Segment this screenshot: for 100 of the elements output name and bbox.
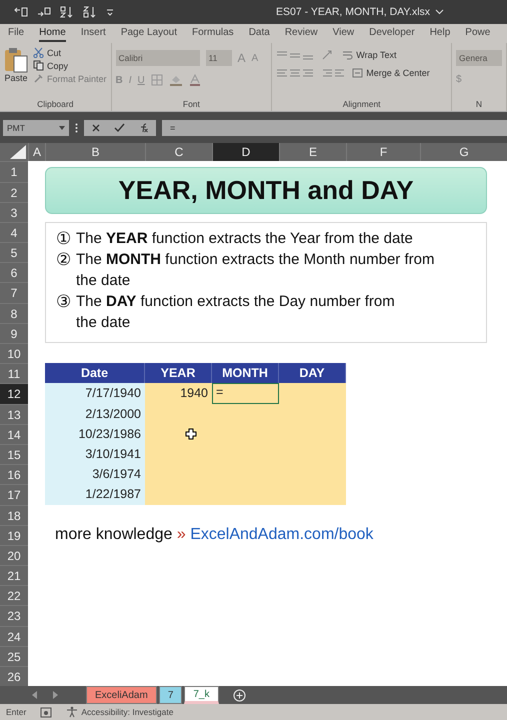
table-cell: =	[212, 383, 279, 404]
ribbon-tab[interactable]: Insert	[80, 25, 106, 42]
sheet-tab[interactable]: 7_k	[184, 686, 218, 704]
row-header[interactable]: 16	[0, 464, 28, 484]
check-icon[interactable]	[114, 122, 126, 132]
number-format-field[interactable]: Genera	[456, 50, 502, 66]
ribbon-tab[interactable]: View	[332, 25, 354, 42]
next-sheet-icon[interactable]	[52, 691, 58, 700]
paste-button[interactable]: Paste	[4, 45, 28, 99]
promo-text: more knowledge » ExcelAndAdam.com/book	[54, 524, 374, 545]
merge-center-button[interactable]: Merge & Center	[352, 68, 430, 78]
fill-color-icon[interactable]	[168, 74, 183, 86]
scissors-icon	[33, 47, 44, 58]
macro-icon[interactable]	[40, 706, 52, 718]
function-icon[interactable]	[139, 122, 150, 132]
table-header: Date	[45, 363, 145, 384]
ribbon-tab[interactable]: Page Layout	[120, 25, 177, 42]
title-banner: YEAR, MONTH and DAY	[45, 167, 487, 214]
number-marker: ①	[56, 228, 71, 249]
row-header[interactable]: 8	[0, 302, 28, 323]
row-header[interactable]: 13	[0, 404, 28, 424]
row-header[interactable]: 23	[0, 605, 28, 626]
ribbon-tab[interactable]: Help	[430, 25, 450, 42]
row-header[interactable]: 17	[0, 484, 28, 504]
accessibility-icon	[66, 706, 78, 718]
ribbon-tab[interactable]: Review	[284, 25, 318, 42]
ribbon-tab[interactable]: Formulas	[192, 25, 234, 42]
row-header[interactable]: 10	[0, 343, 28, 364]
promo-link[interactable]: ExcelAndAdam.com/book	[190, 526, 374, 543]
table-cell-text: 3/10/1941	[84, 446, 142, 463]
cursor-icon	[184, 428, 196, 440]
chevron-icon[interactable]	[435, 8, 444, 15]
wrap-icon	[342, 50, 354, 60]
row-header[interactable]: 26	[0, 666, 28, 686]
row-header[interactable]: 1	[0, 161, 28, 182]
dropdown-icon	[59, 126, 65, 130]
group-label: Font	[182, 98, 201, 111]
column-header[interactable]: D	[212, 143, 279, 162]
ribbon-tab[interactable]: Developer	[369, 25, 415, 42]
accessibility-status[interactable]: Accessibility: Investigate	[66, 706, 174, 718]
font-name-field[interactable]: Calibri	[116, 50, 200, 66]
ribbon-tab[interactable]: File	[8, 25, 24, 42]
add-sheet-icon[interactable]	[232, 688, 246, 702]
row-header[interactable]: 15	[0, 444, 28, 464]
sort-ascending-icon[interactable]	[60, 6, 74, 18]
number-marker: ②	[56, 248, 71, 271]
formula-input[interactable]: =	[162, 120, 507, 136]
wrap-text-button[interactable]: Wrap Text	[342, 50, 396, 60]
window-title: ES07 - YEAR, MONTH, DAY.xlsx	[276, 6, 430, 18]
ribbon-tab[interactable]: Powe	[465, 25, 490, 42]
customize-icon[interactable]	[106, 8, 114, 16]
cancel-icon[interactable]	[90, 122, 101, 132]
table-cell-text: 10/23/1986	[77, 426, 142, 443]
group-label: Clipboard	[36, 98, 74, 111]
previous-sheet-icon[interactable]	[32, 691, 38, 700]
sheet-tab[interactable]: 7	[158, 686, 182, 704]
row-header[interactable]: 18	[0, 504, 28, 525]
row-header[interactable]: 9	[0, 322, 28, 343]
row-header[interactable]: 12	[0, 383, 28, 404]
row-header[interactable]: 7	[0, 282, 28, 303]
row-header[interactable]: 19	[0, 524, 28, 545]
sort-descending-icon[interactable]	[83, 6, 97, 18]
row-header[interactable]: 4	[0, 222, 28, 242]
table-cell-text: 2/13/2000	[84, 406, 142, 423]
decrease-decimal-icon[interactable]	[37, 6, 51, 18]
row-header[interactable]: 5	[0, 242, 28, 262]
font-color-icon[interactable]	[188, 74, 201, 86]
copy-button[interactable]: Copy	[33, 60, 107, 72]
table-cell-text: 1940	[179, 385, 209, 402]
format-painter-button[interactable]: Format Painter	[33, 73, 107, 84]
ribbon-tab[interactable]: Data	[248, 25, 270, 42]
increase-decimal-icon[interactable]	[14, 6, 28, 18]
row-header[interactable]: 21	[0, 565, 28, 586]
status-mode: Enter	[6, 707, 26, 718]
row-header[interactable]: 2	[0, 182, 28, 202]
row-header[interactable]: 6	[0, 262, 28, 282]
more-icon[interactable]	[75, 122, 78, 132]
clipboard-icon	[4, 47, 28, 74]
row-header[interactable]: 11	[0, 363, 28, 384]
sheet-tab[interactable]: ExceliAdam	[86, 686, 157, 704]
row-header[interactable]: 3	[0, 202, 28, 222]
table-header: YEAR	[145, 363, 212, 384]
table-header: MONTH	[212, 363, 279, 384]
number-marker: ③	[56, 290, 71, 313]
brush-icon	[33, 73, 44, 84]
row-header[interactable]: 14	[0, 424, 28, 444]
group-label: N	[474, 98, 484, 111]
row-header[interactable]: 20	[0, 544, 28, 566]
cut-button[interactable]: Cut	[33, 47, 107, 58]
row-header[interactable]: 22	[0, 585, 28, 606]
group-label: Alignment	[342, 98, 382, 111]
note-text: The DAY function extracts the Day number from the date	[76, 292, 395, 333]
row-header[interactable]: 25	[0, 646, 28, 666]
table-cell-text: 7/17/1940	[84, 385, 142, 402]
table-header: DAY	[279, 363, 346, 384]
font-size-field[interactable]: 11	[206, 50, 232, 66]
copy-icon	[33, 60, 44, 72]
table-cell-text: 1/22/1987	[84, 486, 142, 504]
name-box[interactable]: PMT	[3, 120, 69, 136]
row-header[interactable]: 24	[0, 626, 28, 646]
